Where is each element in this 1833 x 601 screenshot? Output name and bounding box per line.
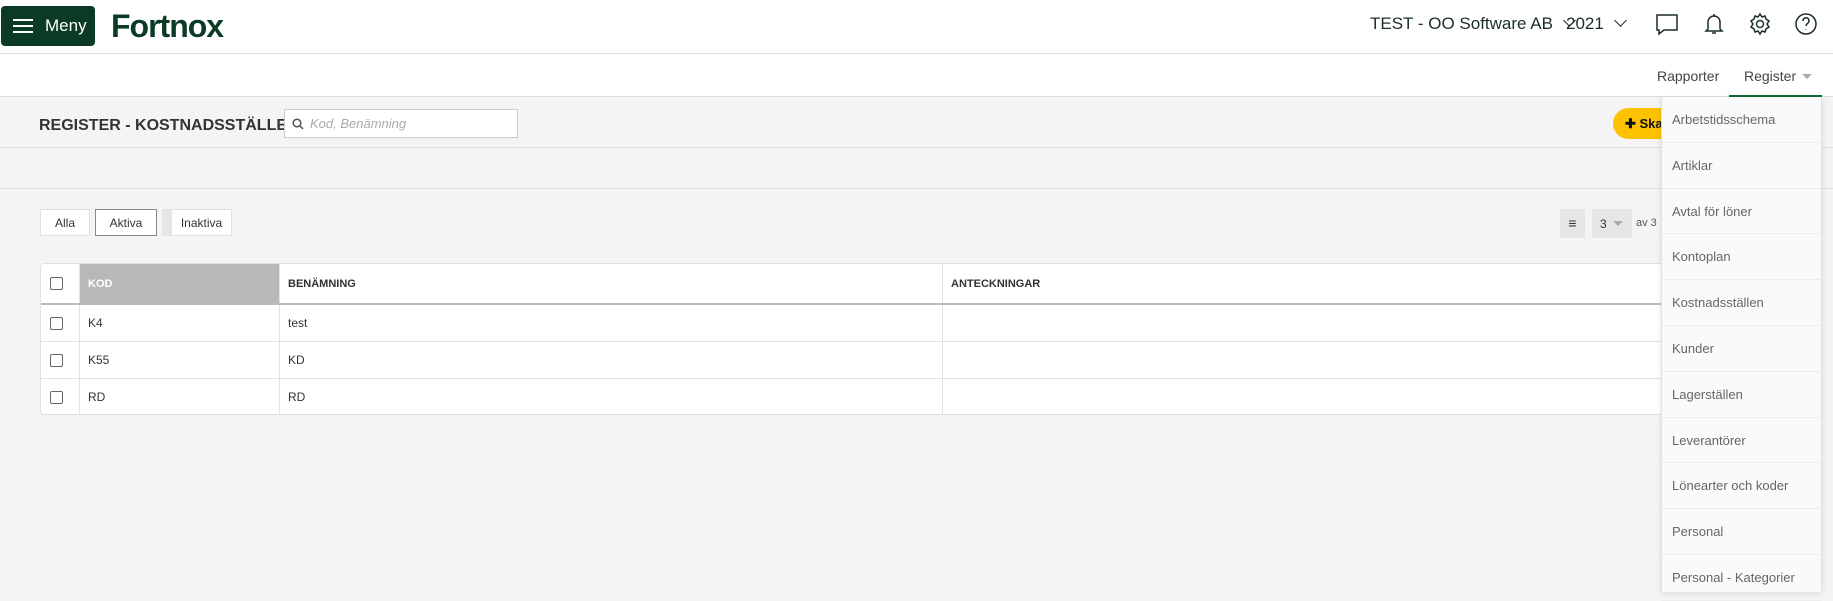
- page-value: 3: [1600, 217, 1607, 231]
- hamburger-icon: [13, 19, 33, 33]
- menu-button[interactable]: Meny: [1, 6, 95, 46]
- column-kod[interactable]: KOD: [80, 264, 280, 303]
- company-name: TEST - OO Software AB: [1370, 14, 1553, 33]
- cell-benamning: KD: [280, 342, 943, 378]
- cell-kod: RD: [80, 379, 280, 414]
- table-row[interactable]: K55 KD: [41, 342, 1819, 379]
- page-total: av 3: [1636, 217, 1657, 229]
- row-checkbox-cell: [41, 379, 80, 414]
- data-table: KOD BENÄMNING ANTECKNINGAR K4 test K55 K…: [40, 263, 1820, 415]
- table-header: KOD BENÄMNING ANTECKNINGAR: [41, 264, 1819, 305]
- caret-down-icon: [1612, 221, 1623, 231]
- nav-rapporter[interactable]: Rapporter: [1657, 68, 1719, 84]
- table-row[interactable]: K4 test: [41, 305, 1819, 342]
- year-selector[interactable]: 2021: [1566, 14, 1627, 34]
- cell-benamning: RD: [280, 379, 943, 414]
- select-all-checkbox[interactable]: [50, 277, 63, 290]
- caret-down-icon: [1802, 74, 1813, 84]
- page-title: REGISTER - KOSTNADSSTÄLLEN: [39, 117, 299, 134]
- row-checkbox[interactable]: [50, 353, 63, 367]
- dropdown-item[interactable]: Personal - Kategorier: [1662, 555, 1821, 601]
- sub-navigation: Rapporter Register: [0, 54, 1833, 97]
- dropdown-item[interactable]: Personal: [1662, 509, 1821, 555]
- year-value: 2021: [1566, 14, 1604, 33]
- cell-benamning: test: [280, 305, 943, 341]
- cell-kod: K55: [80, 342, 280, 378]
- nav-register-label: Register: [1744, 68, 1797, 84]
- dropdown-item[interactable]: Kontoplan: [1662, 234, 1821, 281]
- bell-icon[interactable]: [1702, 12, 1726, 36]
- column-benamning[interactable]: BENÄMNING: [280, 264, 943, 303]
- chevron-down-icon: [1613, 14, 1627, 27]
- dropdown-item[interactable]: Leverantörer: [1662, 418, 1821, 464]
- search-placeholder: Kod, Benämning: [310, 116, 407, 131]
- filter-aktiva[interactable]: Aktiva: [95, 209, 157, 236]
- fortnox-logo[interactable]: Fortnox: [111, 8, 224, 45]
- list-view-icon[interactable]: ≡: [1560, 209, 1585, 238]
- help-icon[interactable]: [1794, 12, 1818, 36]
- dropdown-item[interactable]: Lönearter och koder: [1662, 463, 1821, 510]
- search-icon: [292, 118, 304, 130]
- menu-label: Meny: [45, 16, 87, 35]
- row-checkbox[interactable]: [50, 316, 63, 330]
- register-dropdown: Arbetstidsschema Artiklar Avtal för löner K…: [1661, 97, 1822, 601]
- toolbar-band: [0, 148, 1833, 189]
- select-all-cell: [41, 264, 80, 303]
- dropdown-item[interactable]: Kunder: [1662, 326, 1821, 372]
- dropdown-item[interactable]: Lagerställen: [1662, 372, 1821, 418]
- row-checkbox-cell: [41, 305, 80, 341]
- company-selector[interactable]: TEST - OO Software AB: [1370, 14, 1576, 34]
- plus-icon: ✚: [1625, 116, 1640, 131]
- filter-alla[interactable]: Alla: [40, 209, 90, 236]
- cell-kod: K4: [80, 305, 280, 341]
- table-row[interactable]: RD RD: [41, 379, 1819, 414]
- filter-inaktiva[interactable]: Inaktiva: [162, 209, 232, 236]
- row-checkbox-cell: [41, 342, 80, 378]
- nav-register[interactable]: Register: [1729, 54, 1822, 97]
- page-select[interactable]: 3: [1592, 209, 1632, 238]
- search-input[interactable]: Kod, Benämning: [284, 109, 518, 138]
- gear-icon[interactable]: [1748, 12, 1772, 36]
- dropdown-item[interactable]: Avtal för löner: [1662, 189, 1821, 235]
- dropdown-item[interactable]: Artiklar: [1662, 143, 1821, 189]
- dropdown-item[interactable]: Kostnadsställen: [1662, 280, 1821, 326]
- top-bar: Meny Fortnox TEST - OO Software AB 2021: [0, 0, 1833, 54]
- dropdown-item[interactable]: Arbetstidsschema: [1662, 97, 1821, 143]
- page-header: REGISTER - KOSTNADSSTÄLLEN Kod, Benämnin…: [0, 97, 1833, 148]
- chat-icon[interactable]: [1655, 12, 1679, 36]
- row-checkbox[interactable]: [50, 390, 63, 404]
